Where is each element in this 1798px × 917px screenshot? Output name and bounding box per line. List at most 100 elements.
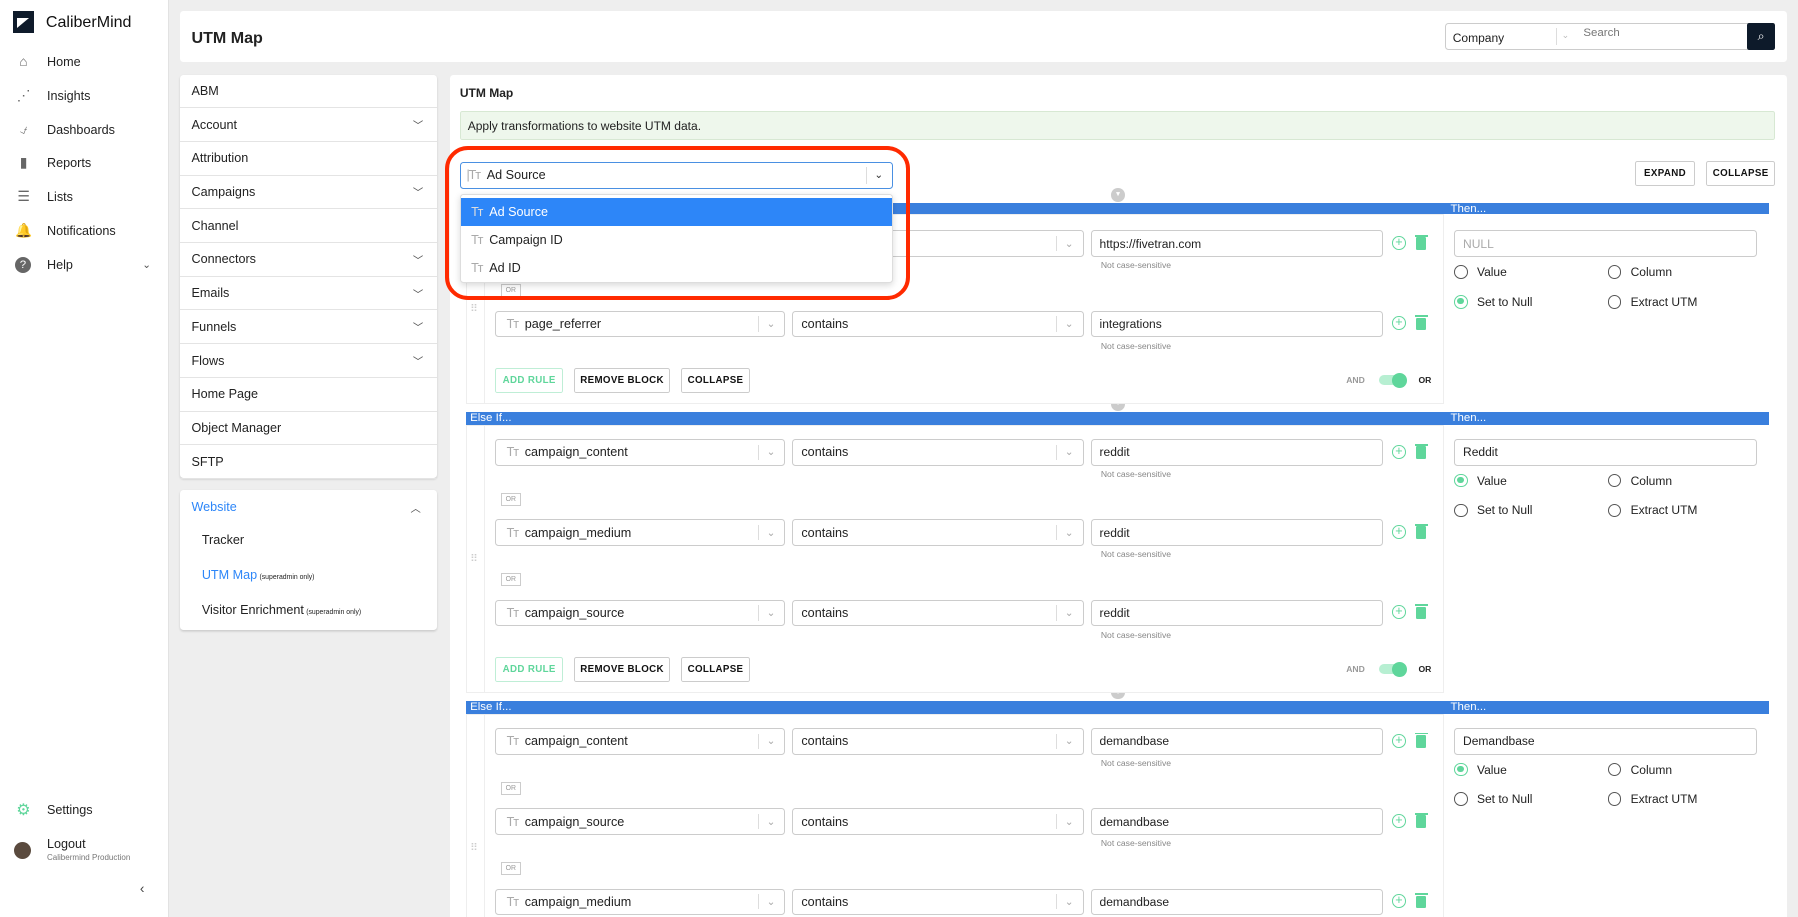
add-rule-plus-icon[interactable]: + xyxy=(1392,445,1406,459)
rule-operator-select[interactable]: contains ⌄ xyxy=(792,519,1084,546)
chevron-down-icon[interactable]: ⌄ xyxy=(767,607,776,619)
radio-set-to-null[interactable]: Set to Null xyxy=(1454,295,1532,309)
chevron-down-icon[interactable]: ⌄ xyxy=(1562,30,1570,41)
chevron-down-icon[interactable]: ⌄ xyxy=(767,896,776,908)
rule-field-select[interactable]: Tт campaign_medium ⌄ xyxy=(495,519,786,546)
rule-value-input[interactable]: reddit xyxy=(1090,599,1383,627)
chevron-down-icon[interactable]: ⌄ xyxy=(1065,607,1074,619)
chevron-down-icon[interactable]: ⌄ xyxy=(767,527,776,539)
menu-item-funnels[interactable]: Funnels ﹀ xyxy=(180,310,437,345)
add-rule-plus-icon[interactable]: + xyxy=(1392,605,1406,620)
rule-operator-select[interactable]: contains ⌄ xyxy=(792,888,1084,916)
rule-value-input[interactable]: demandbase xyxy=(1090,728,1383,755)
delete-rule-trash-icon[interactable] xyxy=(1415,443,1428,459)
nav-item-home[interactable]: ⌂ Home xyxy=(0,47,169,77)
radio-value[interactable]: Value xyxy=(1454,474,1507,488)
rule-value-input[interactable]: https://fivetran.com xyxy=(1090,230,1383,257)
menu-item-campaigns[interactable]: Campaigns ﹀ xyxy=(180,176,437,210)
rule-field-select[interactable]: Tт campaign_medium ⌄ xyxy=(495,888,786,916)
menu-item-sftp[interactable]: SFTP xyxy=(180,445,437,479)
rule-value-input[interactable]: reddit xyxy=(1090,439,1383,466)
menu-item-attribution[interactable]: Attribution xyxy=(180,142,437,176)
chevron-down-icon[interactable]: ⌄ xyxy=(767,318,776,330)
add-rule-plus-icon[interactable]: + xyxy=(1392,814,1406,828)
add-rule-button[interactable]: ADD RULE xyxy=(495,368,563,394)
delete-rule-trash-icon[interactable] xyxy=(1415,813,1428,828)
rule-operator-select[interactable]: contains ⌄ xyxy=(792,728,1084,755)
search-scope-select[interactable]: Company xyxy=(1453,31,1505,45)
radio-extract-utm[interactable]: Extract UTM xyxy=(1607,295,1697,309)
add-rule-plus-icon[interactable]: + xyxy=(1392,894,1406,909)
radio-column[interactable]: Column xyxy=(1607,265,1672,279)
delete-rule-trash-icon[interactable] xyxy=(1415,235,1428,250)
search-input[interactable] xyxy=(1583,27,1744,40)
and-or-toggle[interactable] xyxy=(1379,372,1407,388)
rule-value-input[interactable]: reddit xyxy=(1090,519,1383,546)
chevron-down-icon[interactable]: ⌄ xyxy=(1065,896,1074,908)
drag-handle-icon[interactable]: ⠿ xyxy=(470,303,477,315)
menu-item-flows[interactable]: Flows ﹀ xyxy=(180,344,437,378)
radio-extract-utm[interactable]: Extract UTM xyxy=(1607,503,1697,517)
rule-operator-select[interactable]: contains ⌄ xyxy=(792,808,1084,835)
rule-value-input[interactable]: integrations xyxy=(1090,310,1383,338)
radio-set-to-null[interactable]: Set to Null xyxy=(1454,503,1532,517)
radio-extract-utm[interactable]: Extract UTM xyxy=(1607,792,1697,806)
submenu-item-utm-map[interactable]: UTM Map (superadmin only) xyxy=(202,568,315,582)
drag-handle-icon[interactable]: ⠿ xyxy=(470,842,477,854)
menu-item-website[interactable]: Website xyxy=(191,500,236,514)
rule-operator-select[interactable]: contains ⌄ xyxy=(792,439,1084,466)
nav-item-help[interactable]: ? Help ⌄ xyxy=(0,250,169,280)
submenu-item-tracker[interactable]: Tracker xyxy=(202,533,247,547)
nav-item-insights[interactable]: ⋰ Insights xyxy=(0,81,169,111)
chevron-down-icon[interactable]: ⌄ xyxy=(767,735,776,747)
then-value-input[interactable]: Reddit xyxy=(1454,439,1757,466)
rule-field-select[interactable]: Tт page_referrer ⌄ xyxy=(495,310,786,338)
nav-item-lists[interactable]: ☰ Lists xyxy=(0,182,169,212)
rule-field-select[interactable]: Tт campaign_source ⌄ xyxy=(495,808,786,835)
radio-value[interactable]: Value xyxy=(1454,763,1507,777)
chevron-down-icon[interactable]: ⌄ xyxy=(767,446,776,458)
chevron-up-icon[interactable]: ︿ xyxy=(411,500,421,515)
chevron-down-icon[interactable]: ⌄ xyxy=(1065,816,1074,828)
chevron-down-icon[interactable]: ⌄ xyxy=(767,816,776,828)
expand-button[interactable]: EXPAND xyxy=(1635,160,1695,186)
add-rule-plus-icon[interactable]: + xyxy=(1392,316,1406,331)
menu-item-abm[interactable]: ABM xyxy=(180,75,437,109)
drag-handle-icon[interactable]: ⠿ xyxy=(470,553,477,565)
add-rule-plus-icon[interactable]: + xyxy=(1392,734,1406,748)
menu-item-object-manager[interactable]: Object Manager xyxy=(180,412,437,446)
chevron-down-icon[interactable]: ⌄ xyxy=(142,259,151,271)
nav-settings[interactable]: ⚙ Settings xyxy=(0,795,169,825)
logout-link[interactable]: Logout xyxy=(47,837,86,851)
rule-field-select[interactable]: Tт campaign_content ⌄ xyxy=(495,728,786,755)
add-rule-button[interactable]: ADD RULE xyxy=(495,657,563,683)
add-block-connector-icon[interactable]: ▼ xyxy=(1111,188,1125,202)
delete-rule-trash-icon[interactable] xyxy=(1415,524,1428,539)
chevron-down-icon[interactable]: ⌄ xyxy=(1065,735,1074,747)
search-button-search-icon[interactable]: ⌕ xyxy=(1747,22,1775,51)
radio-value[interactable]: Value xyxy=(1454,265,1507,279)
rule-field-select[interactable]: Tт campaign_content ⌄ xyxy=(495,439,786,466)
menu-item-channel[interactable]: Channel xyxy=(180,209,437,244)
submenu-item-visitor-enrichment[interactable]: Visitor Enrichment (superadmin only) xyxy=(202,603,361,617)
collapse-block-button[interactable]: COLLAPSE xyxy=(681,368,750,394)
chevron-down-icon[interactable]: ⌄ xyxy=(1065,527,1074,539)
collapse-nav-chevron-left-icon[interactable]: ‹ xyxy=(140,881,145,896)
add-rule-plus-icon[interactable]: + xyxy=(1392,236,1406,250)
menu-item-emails[interactable]: Emails ﹀ xyxy=(180,277,437,311)
radio-set-to-null[interactable]: Set to Null xyxy=(1454,792,1532,806)
collapse-all-button[interactable]: COLLAPSE xyxy=(1706,160,1776,186)
remove-block-button[interactable]: REMOVE BLOCK xyxy=(574,368,670,394)
then-value-input[interactable]: Demandbase xyxy=(1454,728,1757,755)
rule-operator-select[interactable]: contains ⌄ xyxy=(792,310,1084,338)
rule-value-input[interactable]: demandbase xyxy=(1090,808,1383,835)
avatar[interactable] xyxy=(13,841,31,859)
collapse-block-button[interactable]: COLLAPSE xyxy=(681,657,750,683)
then-value-input[interactable]: NULL xyxy=(1454,230,1757,257)
menu-item-account[interactable]: Account ﹀ xyxy=(180,108,437,142)
nav-item-dashboards[interactable]: ⍻ Dashboards xyxy=(0,115,169,145)
and-or-toggle[interactable] xyxy=(1379,661,1407,677)
menu-item-home-page[interactable]: Home Page xyxy=(180,378,437,412)
chevron-down-icon[interactable]: ⌄ xyxy=(1065,318,1074,330)
delete-rule-trash-icon[interactable] xyxy=(1415,893,1428,909)
